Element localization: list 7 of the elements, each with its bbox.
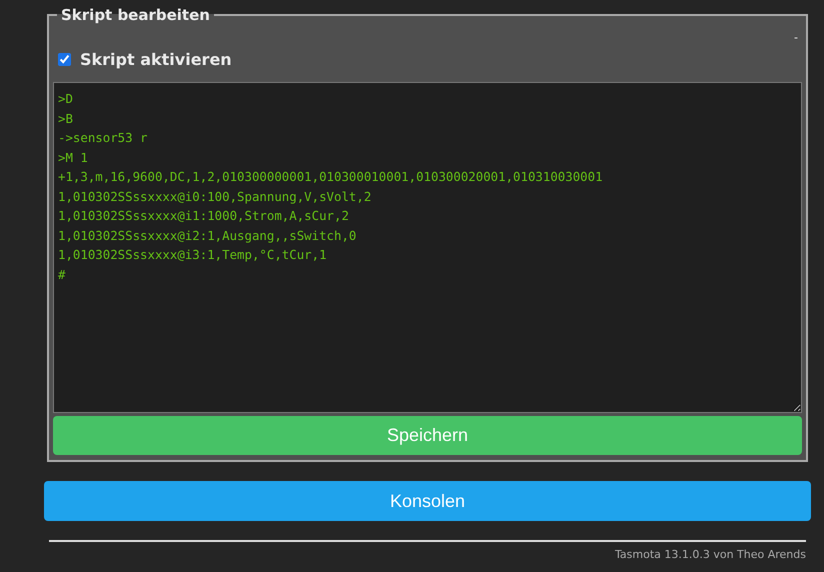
- footer-text: Tasmota 13.1.0.3 von Theo Arends: [614, 547, 807, 561]
- script-editor[interactable]: >D >B ->sensor53 r >M 1 +1,3,m,16,9600,DC,1,2,010300000001,010300010001,010300020001,010310030001 1,010302SSssxxxx@i0:100,Spannung,V,sVolt,2 1,010302SSssxxxx@i1:1000,Strom,A,sCur,2 1,010302SSssxxxx@i2:1,Ausgang,,sSwitch,0 1,010302SSssxxxx@i3:1,Temp,°C,tCur,1 #: [53, 82, 802, 413]
- minus-mark: -: [794, 32, 798, 42]
- checkbox[interactable]: [58, 53, 71, 66]
- enable-checkbox[interactable]: Skript aktivieren: [53, 50, 802, 82]
- panel-title: Skript bearbeiten: [60, 6, 211, 24]
- checkbox-label: Skript aktivieren: [80, 50, 232, 69]
